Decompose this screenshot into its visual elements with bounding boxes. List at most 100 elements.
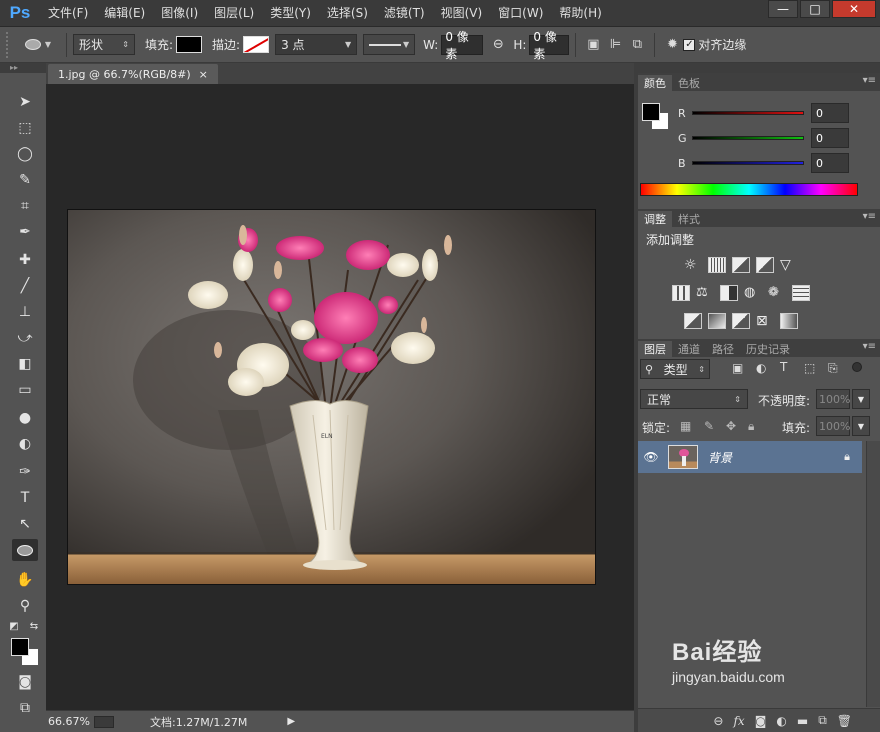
delete-layer-icon[interactable]: 🗑︎ [837, 714, 852, 728]
gradient-tool-icon[interactable]: ▭ [12, 379, 38, 401]
path-alignment-icon[interactable]: ⊫ [604, 34, 626, 56]
fx-icon[interactable]: fx [733, 714, 744, 728]
tab-adjustments[interactable]: 调整 [638, 211, 672, 227]
gear-icon[interactable]: ✹ [661, 34, 683, 56]
close-button[interactable]: ✕ [832, 0, 876, 18]
hand-tool-icon[interactable]: ✋ [12, 569, 38, 591]
photo-filter-icon[interactable]: ◍ [744, 285, 762, 301]
color-spectrum[interactable] [640, 183, 858, 196]
clone-stamp-icon[interactable]: ⊥ [12, 301, 38, 323]
eraser-tool-icon[interactable]: ◧ [12, 353, 38, 375]
menu-type[interactable]: 类型(Y) [262, 0, 319, 27]
marquee-tool-icon[interactable]: ⬚ [12, 117, 38, 139]
move-tool-icon[interactable]: ➤ [12, 91, 38, 113]
filter-shape-icon[interactable]: ⬚ [804, 361, 815, 375]
new-layer-icon[interactable]: ⧉ [818, 713, 827, 728]
blue-slider[interactable] [692, 161, 804, 165]
blend-mode-select[interactable]: 正常 ⇕ [640, 389, 748, 409]
tool-preset-picker[interactable]: ▼ [16, 32, 60, 58]
path-selection-icon[interactable]: ↖ [12, 513, 38, 535]
ellipse-tool-icon[interactable] [12, 539, 38, 561]
zoom-level[interactable]: 66.67% [48, 715, 94, 728]
zoom-preview-icon[interactable] [94, 715, 114, 728]
blue-value-input[interactable]: 0 [811, 153, 849, 173]
document-image[interactable]: ELN [68, 210, 595, 584]
lock-position-icon[interactable]: ✥ [726, 419, 736, 433]
path-operations-icon[interactable]: ▣ [582, 34, 604, 56]
healing-brush-icon[interactable]: ✚ [12, 249, 38, 271]
green-slider[interactable] [692, 136, 804, 140]
panel-menu-icon[interactable]: ▾≡ [863, 341, 876, 352]
tools-panel-header[interactable]: ▸▸ [0, 63, 46, 73]
green-value-input[interactable]: 0 [811, 128, 849, 148]
exposure-icon[interactable] [756, 257, 774, 273]
black-white-icon[interactable] [720, 285, 738, 301]
lock-transparent-icon[interactable]: ▦ [680, 419, 691, 433]
quick-selection-icon[interactable]: ✎ [12, 169, 38, 191]
curves-icon[interactable] [732, 257, 750, 273]
lasso-tool-icon[interactable]: ◯ [12, 143, 38, 165]
menu-select[interactable]: 选择(S) [319, 0, 376, 27]
dodge-tool-icon[interactable]: ◐ [12, 433, 38, 455]
foreground-color-swatch[interactable] [11, 638, 29, 656]
hue-saturation-icon[interactable] [672, 285, 690, 301]
color-fg-swatch[interactable] [642, 103, 660, 121]
menu-view[interactable]: 视图(V) [433, 0, 491, 27]
height-input[interactable]: 0 像素 [529, 30, 570, 61]
panel-dock-header[interactable] [638, 63, 880, 73]
red-value-input[interactable]: 0 [811, 103, 849, 123]
menu-file[interactable]: 文件(F) [40, 0, 96, 27]
pen-tool-icon[interactable]: ✑ [12, 461, 38, 483]
fill-swatch[interactable] [176, 36, 203, 53]
brightness-icon[interactable]: ☼ [684, 257, 702, 273]
filter-pixel-icon[interactable]: ▣ [732, 361, 743, 375]
new-group-icon[interactable]: ▬ [797, 714, 808, 728]
type-tool-icon[interactable]: T [12, 487, 38, 509]
width-input[interactable]: 0 像素 [441, 30, 484, 61]
fill-dropdown-icon[interactable]: ▼ [852, 416, 870, 436]
eye-icon[interactable]: 👁︎ [638, 450, 664, 464]
menu-edit[interactable]: 编辑(E) [96, 0, 153, 27]
canvas-area[interactable]: ELN [46, 84, 634, 710]
gradient-map-icon[interactable]: ⊠ [756, 313, 774, 329]
stroke-width-input[interactable]: 3 点 ▼ [275, 34, 358, 55]
layer-filter-select[interactable]: ⚲ 类型 ⇕ [640, 359, 710, 379]
panel-menu-icon[interactable]: ▾≡ [863, 75, 876, 86]
menu-help[interactable]: 帮助(H) [551, 0, 609, 27]
menu-image[interactable]: 图像(I) [153, 0, 206, 27]
selective-color-icon[interactable] [780, 313, 798, 329]
red-slider[interactable] [692, 111, 804, 115]
menu-window[interactable]: 窗口(W) [490, 0, 551, 27]
link-icon[interactable]: ⊖ [487, 34, 509, 56]
filter-toggle[interactable] [852, 362, 862, 372]
layer-name[interactable]: 背景 [708, 449, 732, 466]
panel-menu-icon[interactable]: ▾≡ [863, 211, 876, 222]
threshold-icon[interactable] [732, 313, 750, 329]
lock-all-icon[interactable]: 🔒︎ [748, 419, 754, 434]
opacity-dropdown-icon[interactable]: ▼ [852, 389, 870, 409]
close-tab-icon[interactable]: × [199, 68, 208, 81]
filter-adjustment-icon[interactable]: ◐ [756, 361, 766, 375]
screen-mode-icon[interactable]: ⧉ [12, 697, 38, 719]
zoom-tool-icon[interactable]: ⚲ [12, 595, 38, 617]
tab-color[interactable]: 颜色 [638, 75, 672, 91]
filter-smart-object-icon[interactable]: ⎘ [828, 361, 838, 376]
filter-type-icon[interactable]: T [780, 360, 787, 374]
tab-swatches[interactable]: 色板 [672, 75, 706, 91]
new-adjustment-icon[interactable]: ◐ [776, 714, 786, 728]
stroke-type-select[interactable]: ▼ [363, 34, 416, 55]
color-balance-icon[interactable]: ⚖ [696, 285, 714, 301]
stroke-swatch[interactable] [243, 36, 270, 53]
blur-tool-icon[interactable]: ● [12, 407, 38, 429]
color-lookup-icon[interactable] [792, 285, 810, 301]
tool-mode-select[interactable]: 形状 ⇕ [73, 34, 135, 55]
status-menu-arrow-icon[interactable]: ▶ [287, 716, 295, 727]
path-arrangement-icon[interactable]: ⧉ [626, 34, 648, 56]
invert-icon[interactable] [684, 313, 702, 329]
eyedropper-tool-icon[interactable]: ✒ [12, 221, 38, 243]
vibrance-icon[interactable]: ▽ [780, 257, 798, 273]
opacity-input[interactable]: 100% [816, 389, 850, 409]
crop-tool-icon[interactable]: ⌗ [12, 195, 38, 217]
channel-mixer-icon[interactable]: ❁ [768, 285, 786, 301]
swap-colors-icon[interactable]: ⇆ [26, 619, 42, 633]
